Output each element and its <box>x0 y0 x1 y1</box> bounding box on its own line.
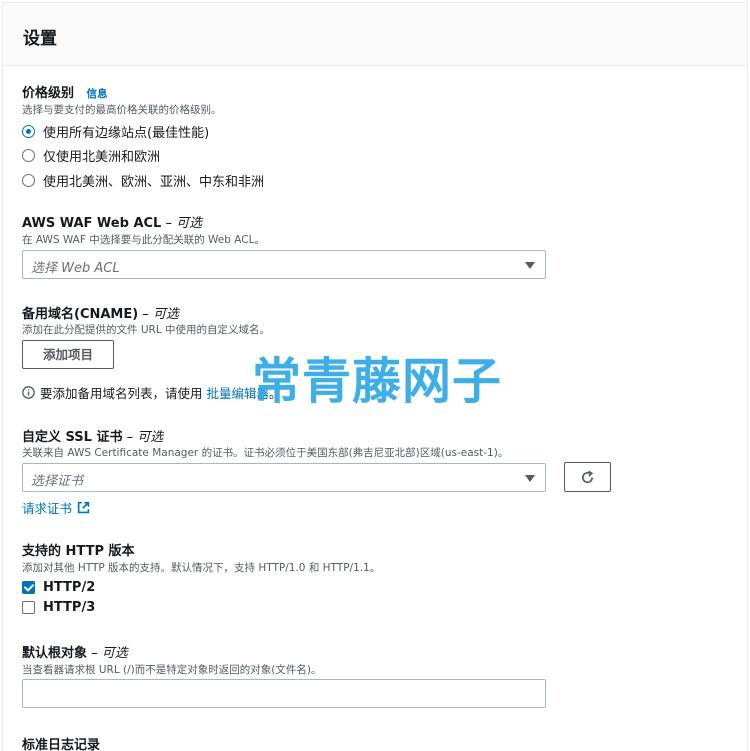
ssl-description: 关联来自 AWS Certificate Manager 的证书。证书必须位于美… <box>22 447 509 459</box>
http3-checkbox-row[interactable]: HTTP/3 <box>22 600 95 615</box>
request-certificate-link[interactable]: 请求证书 <box>22 498 90 517</box>
info-icon <box>22 386 35 399</box>
root-object-description: 当查看器请求根 URL (/)而不是特定对象时返回的对象(文件名)。 <box>22 664 322 676</box>
cname-info-row: 要添加备用域名列表，请使用 批量编辑器 。 <box>22 383 282 402</box>
http-version-label: 支持的 HTTP 版本 <box>22 544 135 559</box>
checkbox-icon[interactable] <box>22 601 35 614</box>
add-item-button[interactable]: 添加项目 <box>22 340 114 369</box>
root-object-input[interactable] <box>22 679 546 708</box>
price-class-option-na-eu[interactable]: 仅使用北美洲和欧洲 <box>22 146 160 165</box>
http2-checkbox-row[interactable]: HTTP/2 <box>22 580 95 595</box>
logging-label: 标准日志记录 <box>22 738 101 751</box>
caret-down-icon <box>525 262 535 269</box>
price-class-label: 价格级别 信息 <box>22 86 108 101</box>
waf-description: 在 AWS WAF 中选择要与此分配关联的 Web ACL。 <box>22 234 265 246</box>
refresh-icon <box>582 470 594 484</box>
radio-selected-icon[interactable] <box>22 125 35 138</box>
certificate-select[interactable]: 选择证书 <box>22 463 546 492</box>
radio-icon[interactable] <box>22 174 35 187</box>
price-class-description: 选择与要支付的最高价格关联的价格级别。 <box>22 104 222 116</box>
external-link-icon <box>77 501 90 514</box>
waf-label: AWS WAF Web ACL – 可选 <box>22 216 203 231</box>
checkbox-checked-icon[interactable] <box>22 581 35 594</box>
price-class-option-all[interactable]: 使用所有边缘站点(最佳性能) <box>22 122 209 141</box>
page-title: 设置 <box>23 29 57 49</box>
waf-select[interactable]: 选择 Web ACL <box>22 250 546 279</box>
radio-icon[interactable] <box>22 149 35 162</box>
settings-header: 设置 <box>3 3 747 66</box>
ssl-label: 自定义 SSL 证书 – 可选 <box>22 430 164 445</box>
price-class-info-link[interactable]: 信息 <box>87 88 108 100</box>
root-object-label: 默认根对象 – 可选 <box>22 646 128 661</box>
caret-down-icon <box>525 475 535 482</box>
watermark-text: 常青藤网子 <box>252 353 503 410</box>
cname-description: 添加在此分配提供的文件 URL 中使用的自定义域名。 <box>22 324 271 336</box>
refresh-button[interactable] <box>564 462 611 492</box>
price-class-option-na-eu-asia[interactable]: 使用北美洲、欧洲、亚洲、中东和非洲 <box>22 171 264 190</box>
cname-label: 备用域名(CNAME) – 可选 <box>22 307 179 322</box>
http-version-description: 添加对其他 HTTP 版本的支持。默认情况下，支持 HTTP/1.0 和 HTT… <box>22 562 381 574</box>
